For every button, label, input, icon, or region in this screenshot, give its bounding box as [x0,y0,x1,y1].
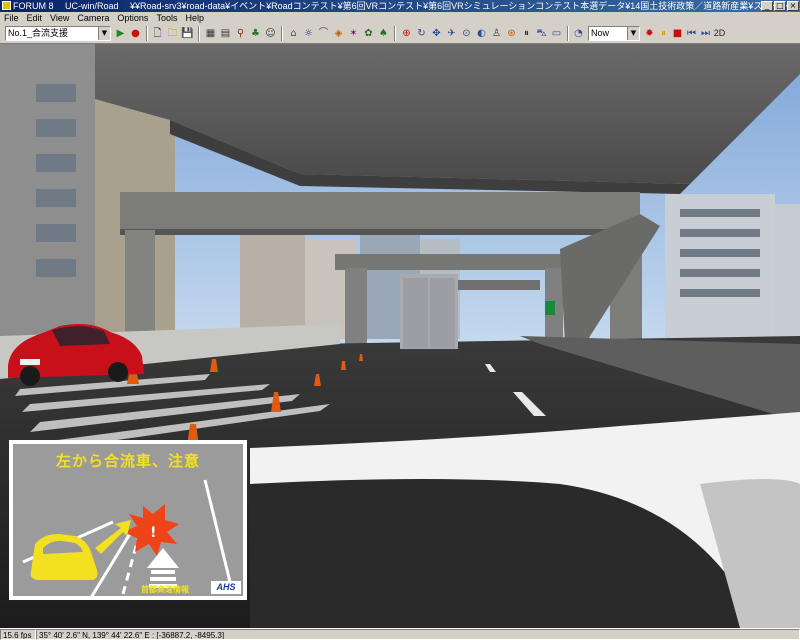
rotate-icon[interactable]: ↻ [414,26,429,41]
merging-car-icon [30,534,98,580]
toolbar: No.1_合流支援 ▼ ▶ ● 🗋 🗀 💾 ▦ ▤ ⚲ ♣ ☺ ⌂ ☼ ⌒ ◈ … [0,24,800,44]
title-bar: FORUM 8 UC-win/Road ¥¥Road-srv3¥road-dat… [0,0,800,12]
menu-file[interactable]: File [0,12,23,24]
time-select-value: Now [591,28,610,38]
route-select-value: No.1_合流支援 [8,28,69,38]
menu-camera[interactable]: Camera [73,12,113,24]
maximize-button[interactable]: □ [774,1,786,11]
sign-footer: 首都高速情報 [141,585,189,594]
time-icon[interactable]: ◔ [571,26,586,41]
toolbar-separator [281,26,283,41]
menu-tools[interactable]: Tools [152,12,181,24]
exclamation-icon: ! [150,525,156,541]
new-file-icon[interactable]: 🗋 [150,26,165,41]
time-select[interactable]: Now ▼ [588,26,640,41]
weather-icon[interactable]: ☼ [301,26,316,41]
chevron-down-icon[interactable]: ▼ [98,27,110,40]
toolbar-separator [567,26,569,41]
step-icon[interactable]: ⏭ [698,26,713,41]
pedestrian-icon[interactable]: ⚲ [233,26,248,41]
menu-options[interactable]: Options [113,12,152,24]
menu-view[interactable]: View [46,12,73,24]
tree-icon[interactable]: ♣ [248,26,263,41]
toolbar-separator [146,26,148,41]
ahs-badge: AHS [211,581,241,594]
coordinates-readout: 35° 40' 2.6" N, 139° 44' 22.6" E : [-368… [36,629,800,640]
bus-icon[interactable]: ▭ [549,26,564,41]
menu-edit[interactable]: Edit [23,12,47,24]
road-edit-icon[interactable]: ▦ [203,26,218,41]
chevron-down-icon[interactable]: ▼ [627,27,639,40]
pause-sim-icon[interactable]: ⏸ [656,26,671,41]
menu-help[interactable]: Help [181,12,208,24]
save-icon[interactable]: 💾 [180,26,195,41]
camera-target-icon[interactable]: ⊕ [399,26,414,41]
cross-beam-shadow [120,229,640,235]
terrain-icon[interactable]: ▤ [218,26,233,41]
view-2d-button[interactable]: 2D [712,26,727,41]
model-icon[interactable]: ⌂ [286,26,301,41]
pause-icon[interactable]: ⏸ [519,26,534,41]
walk-icon[interactable]: ♙ [489,26,504,41]
car-icon[interactable]: ⛍ [534,26,549,41]
right-lane-line [203,479,235,595]
green-road-sign [545,301,555,315]
rewind-icon[interactable]: ⏮ [684,26,699,41]
traffic-icon[interactable]: ✶ [346,26,361,41]
menu-bar: File Edit View Camera Options Tools Help [0,12,800,24]
orbit-icon[interactable]: ◐ [474,26,489,41]
route-select[interactable]: No.1_合流支援 ▼ [5,26,111,41]
pillar [345,268,367,348]
app-icon [2,1,11,10]
record-icon[interactable]: ● [128,26,143,41]
play-icon[interactable]: ▶ [113,26,128,41]
window-controls: _ □ × [761,1,799,11]
cross-beam [335,254,565,270]
fps-readout: 15.6 fps [0,629,36,640]
ahs-warning-sign: 左から合流車、注意 ! 首都高速情報 AHS [9,440,247,600]
building [240,229,305,339]
pillar [125,230,155,345]
3d-viewport[interactable]: 左から合流車、注意 ! 首都高速情報 AHS [0,44,800,628]
toolbar-separator [198,26,200,41]
bridge-icon[interactable]: ⌒ [316,26,331,41]
building [775,204,800,344]
toolbar-separator [394,26,396,41]
cross-beam [120,192,640,232]
landscape-icon[interactable]: ✿ [361,26,376,41]
move-icon[interactable]: ✥ [429,26,444,41]
forward-arrow-icon [147,548,179,588]
fly-icon[interactable]: ✈ [444,26,459,41]
sun-icon[interactable]: ✹ [642,26,657,41]
minimize-button[interactable]: _ [761,1,773,11]
close-button[interactable]: × [787,1,799,11]
zoom-icon[interactable]: ⊙ [459,26,474,41]
merge-arrow-icon [95,520,131,554]
steering-icon[interactable]: ⊛ [504,26,519,41]
open-folder-icon[interactable]: 🗀 [165,26,180,41]
status-bar: 15.6 fps 35° 40' 2.6" N, 139° 44' 22.6" … [0,628,800,640]
forest-icon[interactable]: ♠ [376,26,391,41]
sign-icon[interactable]: ◈ [331,26,346,41]
window-title: FORUM 8 UC-win/Road ¥¥Road-srv3¥road-dat… [13,1,800,11]
person-icon[interactable]: ☺ [263,26,278,41]
stop-icon[interactable]: ■ [670,26,685,41]
merge-warning-graphic: ! [22,479,235,596]
